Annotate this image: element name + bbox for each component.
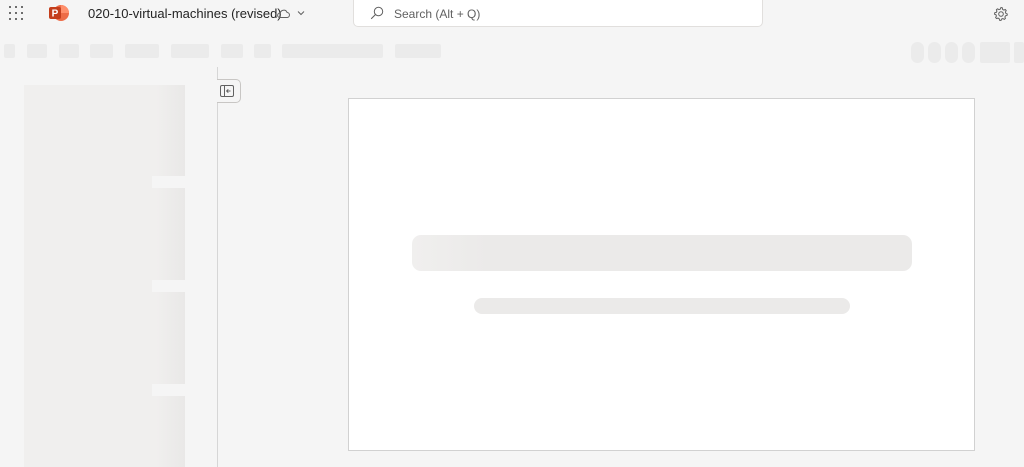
ribbon-placeholder	[59, 44, 79, 58]
logo-letter: P	[52, 9, 59, 20]
ribbon-placeholder	[1014, 42, 1024, 63]
ribbon-placeholder	[395, 44, 441, 58]
ribbon-placeholder	[962, 42, 975, 63]
search-box[interactable]: Search (Alt + Q)	[353, 0, 763, 27]
thumbnail-skeleton	[24, 85, 185, 467]
ribbon-placeholder	[980, 42, 1010, 63]
ribbon-placeholder	[171, 44, 209, 58]
ribbon-placeholder	[90, 44, 113, 58]
ribbon-placeholder	[945, 42, 958, 63]
ribbon-placeholder	[254, 44, 271, 58]
collapse-pane-icon	[220, 85, 234, 97]
ribbon-loading-skeleton	[0, 36, 1024, 66]
thumbnail-separator	[152, 384, 185, 396]
ribbon-placeholder	[221, 44, 243, 58]
search-icon	[370, 6, 384, 20]
slide-thumbnail-pane	[0, 67, 217, 467]
app-launcher-waffle-icon[interactable]	[9, 6, 23, 20]
powerpoint-logo-icon[interactable]: P	[48, 3, 70, 23]
ribbon-placeholder	[911, 42, 924, 63]
ribbon-placeholder	[125, 44, 159, 58]
slide-canvas[interactable]	[348, 98, 975, 451]
cloud-icon[interactable]	[276, 7, 290, 19]
collapse-pane-button[interactable]	[217, 79, 241, 103]
top-bar: P 020-10-virtual-machines (revised) Sear…	[0, 0, 1024, 28]
ribbon-placeholder	[27, 44, 47, 58]
gear-icon[interactable]	[993, 6, 1009, 22]
chevron-down-icon[interactable]	[297, 10, 305, 16]
document-title[interactable]: 020-10-virtual-machines (revised)	[88, 6, 282, 22]
ribbon-placeholder	[282, 44, 383, 58]
search-placeholder: Search (Alt + Q)	[394, 7, 481, 21]
slide-subtitle-skeleton	[474, 298, 850, 314]
thumbnail-separator	[152, 176, 185, 188]
slide-title-skeleton	[412, 235, 912, 271]
ribbon-placeholder	[4, 44, 15, 58]
thumbnail-separator	[152, 280, 185, 292]
ribbon-placeholder	[928, 42, 941, 63]
pane-divider	[217, 67, 218, 467]
